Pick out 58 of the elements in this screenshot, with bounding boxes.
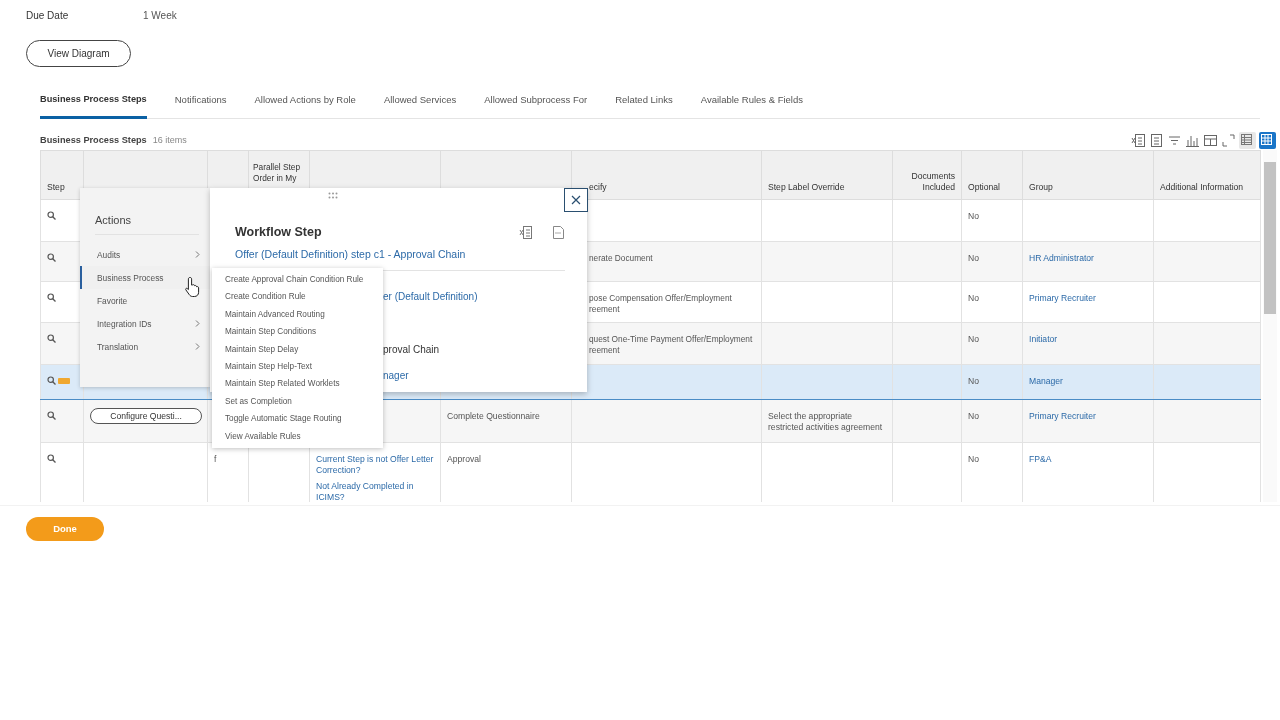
link[interactable]: FP&A — [1029, 454, 1147, 465]
menu-item[interactable]: Favorite — [80, 289, 210, 312]
item-count: 16 items — [152, 135, 187, 145]
submenu-item[interactable]: Maintain Step Delay — [212, 340, 383, 358]
link[interactable]: Current Step is not Offer Letter Correction? — [316, 454, 434, 476]
tab[interactable]: Related Links — [615, 90, 673, 119]
table-cell: No — [968, 454, 979, 464]
submenu-item[interactable]: Create Condition Rule — [212, 288, 383, 306]
menu-item[interactable]: Integration IDs — [80, 312, 210, 335]
submenu-item[interactable]: Create Approval Chain Condition Rule — [212, 271, 383, 289]
table-cell: No — [968, 411, 979, 421]
tab[interactable]: Business Process Steps — [40, 90, 147, 119]
table-cell: quest One-Time Payment Offer/Employment reement — [589, 334, 753, 355]
column-header: ecify — [589, 182, 607, 192]
tab[interactable]: Available Rules & Fields — [700, 90, 803, 119]
column-header: Documents Included — [911, 171, 955, 192]
column-header: Group — [1029, 182, 1053, 192]
column-header: Optional — [968, 182, 1000, 192]
submenu-item[interactable]: Maintain Step Related Worklets — [212, 375, 383, 393]
submenu-item[interactable]: Maintain Advanced Routing — [212, 305, 383, 324]
popup-title: Workflow Step — [235, 225, 323, 239]
field-link[interactable]: nager — [383, 370, 409, 381]
submenu-item[interactable]: Maintain Step Conditions — [212, 323, 383, 341]
table-cell: nerate Document — [589, 253, 653, 263]
link[interactable]: Not Already Completed in ICIMS? — [316, 481, 434, 502]
configure-button[interactable]: Configure Questi... — [90, 408, 202, 424]
field-value: 1 Week — [143, 9, 177, 21]
table-cell: pose Compensation Offer/Employment reement — [589, 293, 732, 314]
menu-item[interactable]: Translation — [80, 335, 210, 358]
column-header: Additional Information — [1160, 182, 1244, 192]
submenu-item[interactable]: Toggle Automatic Stage Routing — [212, 410, 383, 428]
table-cell: No — [968, 376, 979, 386]
table-cell: No — [968, 334, 979, 344]
table-cell: No — [968, 293, 979, 303]
table-cell: No — [968, 211, 979, 221]
grid-title: Business Process Steps — [40, 135, 147, 145]
submenu-item[interactable]: View Available Rules — [212, 427, 383, 445]
submenu-item[interactable]: Set as Completion — [212, 392, 383, 411]
field-value: proval Chain — [383, 344, 440, 355]
table-cell: Approval — [447, 454, 481, 464]
column-header: Parallel Step Order in My — [253, 162, 301, 183]
table-cell: f — [214, 454, 217, 464]
menu-item[interactable]: Audits — [80, 243, 210, 266]
tab[interactable]: Allowed Subprocess For — [484, 90, 588, 119]
tab[interactable]: Notifications — [174, 90, 227, 119]
tab[interactable]: Allowed Actions by Role — [254, 90, 356, 119]
column-header: Step — [47, 182, 65, 192]
table-cell: No — [968, 253, 979, 263]
field-link[interactable]: er (Default Definition) — [383, 291, 478, 302]
table-cell: Select the appropriate restricted activities agreement — [768, 411, 883, 432]
tab[interactable]: Allowed Services — [383, 90, 457, 119]
table-cell: Complete Questionnaire — [447, 411, 540, 421]
panel-title: Actions — [95, 214, 199, 235]
field-label: Due Date — [26, 9, 70, 21]
view-diagram-button[interactable]: View Diagram — [26, 40, 131, 67]
submenu-item[interactable]: Maintain Step Help-Text — [212, 357, 383, 376]
menu-item[interactable]: Business Process — [80, 266, 210, 289]
column-header: Step Label Override — [768, 182, 845, 192]
